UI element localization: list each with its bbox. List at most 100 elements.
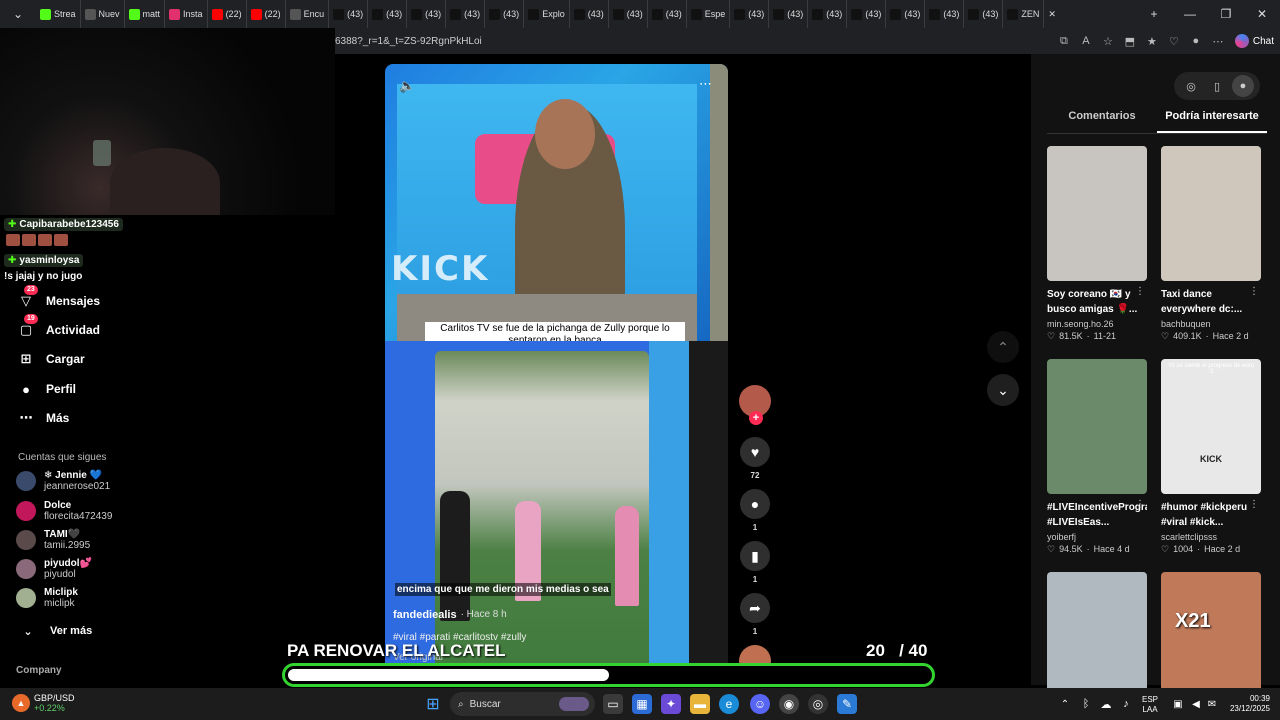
favorite-star-icon[interactable]: ☆ [1097,30,1119,52]
creator-avatar[interactable]: + [739,385,771,425]
sidebar-item-2[interactable]: ⊞ Cargar [18,351,85,367]
card-more-icon[interactable]: ⋮ [1249,499,1259,510]
video-player-1[interactable]: KICK Carlitos TV se fue de la pichanga d… [385,64,728,341]
discord-icon[interactable]: ☺ [750,694,770,714]
following-account[interactable]: Dolce florecita472439 [16,500,112,522]
browser-tab[interactable]: (43) [886,0,926,28]
follow-plus-icon[interactable]: + [749,411,763,425]
video2-author[interactable]: fandediealis [393,609,457,621]
clock[interactable]: 00:39 23/12/2025 [1220,694,1270,714]
see-more-button[interactable]: ⌄ Ver más [20,623,92,639]
card-more-icon[interactable]: ⋮ [1249,286,1259,297]
favorites-icon[interactable]: ★ [1141,30,1163,52]
tab-list-dropdown-icon[interactable]: ⌄ [0,0,36,28]
onedrive-icon[interactable]: ☁ [1096,694,1116,714]
taskbar-search[interactable]: ⌕ Buscar [450,692,595,716]
card-author[interactable]: bachbuquen [1161,319,1261,329]
notification-icon[interactable]: ✉ [1202,694,1222,714]
close-tab-icon[interactable]: ✕ [1044,0,1060,28]
browser-essentials-icon[interactable]: ♡ [1163,30,1185,52]
sidebar-item-0[interactable]: ▽ 23 Mensajes [18,285,100,309]
browser-tab[interactable]: (43) [446,0,486,28]
browser-tab[interactable]: Strea [36,0,81,28]
maximize-button[interactable]: ❐ [1208,0,1244,28]
card-more-icon[interactable]: ⋮ [1135,499,1145,510]
company-link[interactable]: Company [16,665,62,676]
phone-icon[interactable]: ▯ [1206,75,1228,97]
bluetooth-icon[interactable]: ᛒ [1076,694,1096,714]
recommended-video-card[interactable]: Yo se siente el progreso de euro :3 KICK #… [1161,359,1261,555]
compass-icon[interactable]: ◎ [1180,75,1202,97]
following-account[interactable]: ❄ Jennie 💙 jeannerose021 [16,470,110,492]
chrome-icon[interactable]: ◉ [779,694,799,714]
open-in-app-icon[interactable]: ⧉ [1053,30,1075,52]
browser-tab[interactable]: Nuev [81,0,125,28]
file-explorer-icon[interactable]: ▬ [690,694,710,714]
browser-tab[interactable]: (43) [730,0,770,28]
browser-tab[interactable]: matt [125,0,166,28]
video-thumbnail[interactable] [1047,146,1147,281]
tab-interesting[interactable]: Podría interesarte [1157,110,1267,133]
comment-button[interactable]: ● 1 [737,489,773,532]
browser-tab[interactable]: (43) [485,0,525,28]
following-account[interactable]: TAMI🖤 tamii.2995 [16,529,90,551]
user-avatar-icon[interactable]: ● [1232,75,1254,97]
sidebar-item-3[interactable]: ● Perfil [18,381,76,397]
share-button[interactable]: ➦ 1 [737,593,773,636]
minimize-button[interactable]: — [1172,0,1208,28]
next-video-button[interactable]: ⌄ [987,374,1019,406]
volume-icon[interactable]: 🔈 [399,78,415,94]
browser-tab[interactable]: (43) [925,0,965,28]
previous-video-button[interactable]: ⌃ [987,331,1019,363]
card-more-icon[interactable]: ⋮ [1135,286,1145,297]
browser-tab[interactable]: Explo [524,0,570,28]
sidebar-item-4[interactable]: ⋯ Más [18,410,70,426]
copilot-chat-button[interactable]: Chat [1229,34,1280,48]
card-author[interactable]: min.seong.ho.26 [1047,319,1147,329]
recommended-video-card[interactable]: Soy coreano 🇰🇷 y busco amigas 🌹... min.se… [1047,146,1147,342]
url-text[interactable]: 6388?_r=1&_t=ZS-92RgnPkHLoi [335,36,1053,47]
following-account[interactable]: piyudol💕 piyudol [16,558,92,580]
translate-icon[interactable]: A [1075,30,1097,52]
card-author[interactable]: yoiberfj [1047,532,1147,542]
browser-tab[interactable]: (43) [368,0,408,28]
browser-tab[interactable]: Encu [286,0,330,28]
video-thumbnail[interactable] [1047,359,1147,494]
obs-icon[interactable]: ◎ [808,694,828,714]
browser-tab[interactable]: (43) [570,0,609,28]
browser-tab[interactable]: (43) [329,0,369,28]
browser-tab[interactable]: Espe [687,0,731,28]
browser-tab[interactable]: (43) [847,0,887,28]
tab-comments[interactable]: Comentarios [1047,110,1157,133]
browser-tab[interactable]: (43) [648,0,687,28]
task-view-icon[interactable]: ▭ [603,694,623,714]
extensions-icon[interactable]: ⬒ [1119,30,1141,52]
edge-browser-icon[interactable]: e [719,694,739,714]
browser-tab[interactable]: (43) [964,0,1004,28]
video-thumbnail[interactable] [1047,572,1147,707]
microphone-icon[interactable]: ♪ [1116,694,1136,714]
ticker-widget[interactable]: GBP/USD +0.22% [34,693,75,713]
recommended-video-card[interactable]: #LIVEIncentiveProgram #LIVEIsEas... yoibe… [1047,359,1147,555]
browser-tab[interactable]: (43) [407,0,447,28]
network-icon[interactable]: ▣ [1168,694,1188,714]
browser-tab[interactable]: ZEN [1003,0,1045,28]
video-thumbnail[interactable] [1161,146,1261,281]
sidebar-item-1[interactable]: ▢ 19 Actividad [18,314,100,338]
video-thumbnail[interactable]: X21 [1161,572,1261,707]
profile-icon[interactable]: ● [1185,30,1207,52]
recommended-video-card[interactable]: X21 [1161,572,1261,707]
windows-start-icon[interactable]: ⊞ [423,694,443,714]
browser-tab[interactable]: (43) [769,0,809,28]
save-button[interactable]: ▮ 1 [737,541,773,584]
tray-expand-icon[interactable]: ⌃ [1055,694,1075,714]
video-player-2[interactable]: encima que que me dieron mis medias o se… [385,341,728,685]
language-indicator[interactable]: ESP LAA [1142,695,1158,715]
browser-tab[interactable]: (43) [609,0,648,28]
new-tab-button[interactable]: + [1136,0,1172,28]
following-account[interactable]: Miclipk miclipk [16,587,78,609]
browser-tab[interactable]: Insta [165,0,208,28]
recommended-video-card[interactable] [1047,572,1147,707]
browser-tab[interactable]: (22) [208,0,247,28]
card-author[interactable]: scarlettclipsss [1161,532,1261,542]
